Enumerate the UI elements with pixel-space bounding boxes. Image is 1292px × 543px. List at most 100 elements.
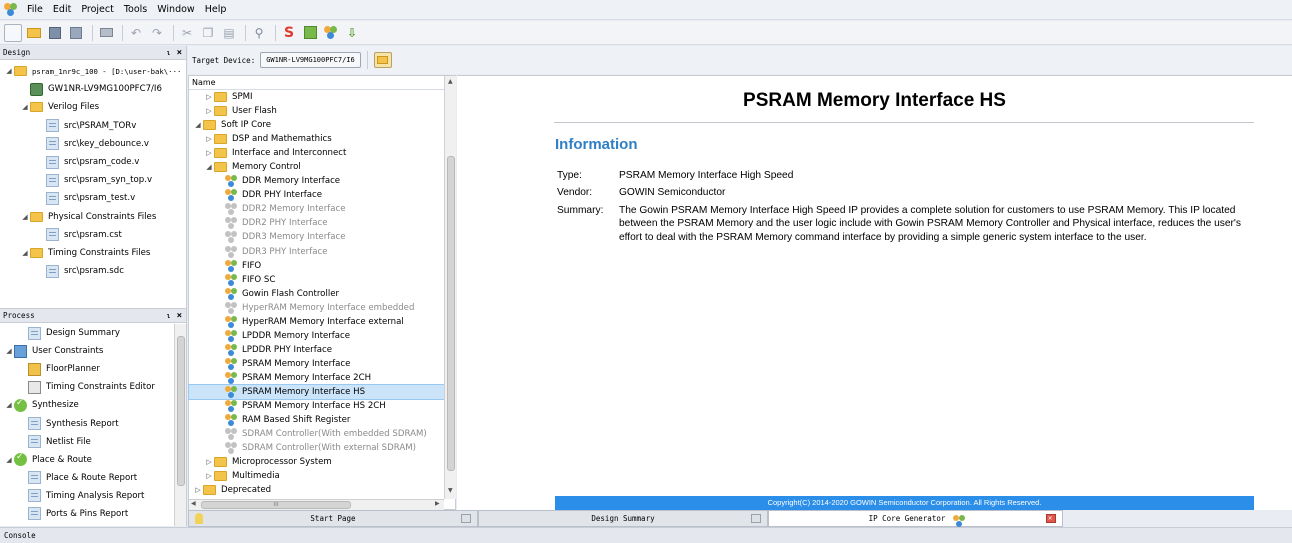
place-route-icon[interactable] <box>301 24 319 42</box>
ip-core-generator-icon[interactable] <box>322 24 340 42</box>
redo-icon[interactable]: ↷ <box>148 24 166 42</box>
ip-tree-item[interactable]: PSRAM Memory Interface HS <box>188 383 456 401</box>
ip-tree-item[interactable]: FIFO SC <box>189 273 455 287</box>
menu-help[interactable]: Help <box>200 4 232 15</box>
design-tree-item[interactable]: ◢ Physical Constraints Files <box>0 208 186 226</box>
ip-tree-item[interactable]: PSRAM Memory Interface HS 2CH <box>189 399 455 413</box>
process-tree-item[interactable]: Place & Route Report <box>0 469 186 487</box>
design-tree-item[interactable]: ◢ Timing Constraints Files <box>0 244 186 262</box>
design-tree-item[interactable]: src\psram_test.v <box>0 189 186 207</box>
process-tree-item[interactable]: Synthesis Report <box>0 414 186 432</box>
ip-tree-item[interactable]: RAM Based Shift Register <box>189 413 455 427</box>
menu-tools[interactable]: Tools <box>119 4 152 15</box>
process-tree-item[interactable]: Ports & Pins Report <box>0 505 186 523</box>
cut-icon[interactable]: ✂ <box>178 24 196 42</box>
design-tree-item[interactable]: ◢ Verilog Files <box>0 98 186 116</box>
ip-tree-item[interactable]: LPDDR Memory Interface <box>189 329 455 343</box>
collapse-arrow-icon[interactable]: ▷ <box>204 107 214 115</box>
tab-close-icon[interactable] <box>461 514 471 523</box>
process-tree-item[interactable]: ◢ Synthesize <box>0 396 186 414</box>
tab-close-icon[interactable] <box>1046 514 1056 523</box>
collapse-arrow-icon[interactable]: ▷ <box>193 486 203 494</box>
ip-tree-item[interactable]: DDR PHY Interface <box>189 188 455 202</box>
ip-tree-item[interactable]: DDR3 Memory Interface <box>189 230 455 244</box>
collapse-arrow-icon[interactable]: ▷ <box>204 458 214 466</box>
collapse-arrow-icon[interactable]: ▷ <box>204 472 214 480</box>
process-scrollbar[interactable] <box>174 324 186 526</box>
target-device-button[interactable]: GW1NR-LV9MG100PFC7/I6 <box>260 52 361 68</box>
process-tree-item[interactable]: FloorPlanner <box>0 360 186 378</box>
ip-tree-item[interactable]: HyperRAM Memory Interface embedded <box>189 301 455 315</box>
ip-tree-item[interactable]: ▷ Interface and Interconnect <box>189 146 455 160</box>
copy-icon[interactable]: ❐ <box>199 24 217 42</box>
process-tree-item[interactable]: ◢ Place & Route <box>0 451 186 469</box>
process-tree-item[interactable]: Design Summary <box>0 324 186 342</box>
expand-arrow-icon[interactable]: ◢ <box>4 456 14 464</box>
ip-tree-scrollbar[interactable]: ▲ ▼ <box>444 76 456 499</box>
ip-tree-item[interactable]: HyperRAM Memory Interface external <box>189 315 455 329</box>
process-tree-item[interactable]: Timing Constraints Editor <box>0 378 186 396</box>
expand-arrow-icon[interactable]: ◢ <box>193 121 203 129</box>
menu-edit[interactable]: Edit <box>48 4 76 15</box>
save-all-icon[interactable] <box>67 24 85 42</box>
process-tree-item[interactable]: Timing Analysis Report <box>0 487 186 505</box>
ip-tree-hscrollbar[interactable]: ◀ III ▶ <box>189 499 444 510</box>
menu-file[interactable]: File <box>22 4 48 15</box>
expand-arrow-icon[interactable]: ◢ <box>4 401 14 409</box>
find-icon[interactable]: ⚲ <box>250 24 268 42</box>
design-tree-item[interactable]: src\PSRAM_TORv <box>0 117 186 135</box>
ip-tree-item[interactable]: Gowin Flash Controller <box>189 287 455 301</box>
undo-icon[interactable]: ↶ <box>127 24 145 42</box>
open-folder-icon[interactable] <box>25 24 43 42</box>
expand-arrow-icon[interactable]: ◢ <box>20 249 30 257</box>
design-tree-item[interactable]: src\psram_code.v <box>0 153 186 171</box>
ip-tree-item[interactable]: PSRAM Memory Interface <box>189 357 455 371</box>
expand-arrow-icon[interactable]: ◢ <box>20 213 30 221</box>
design-tree-item[interactable]: GW1NR-LV9MG100PFC7/I6 <box>0 80 186 98</box>
menu-window[interactable]: Window <box>152 4 199 15</box>
design-tree-item[interactable]: src\psram.sdc <box>0 262 186 280</box>
ip-tree-item[interactable]: SDRAM Controller(With embedded SDRAM) <box>189 427 455 441</box>
process-tree-item[interactable]: Netlist File <box>0 433 186 451</box>
ip-tree-item[interactable]: ▷ Microprocessor System <box>189 455 455 469</box>
collapse-arrow-icon[interactable]: ▷ <box>204 149 214 157</box>
ip-tree-item[interactable]: DDR Memory Interface <box>189 174 455 188</box>
collapse-arrow-icon[interactable]: ▷ <box>204 135 214 143</box>
process-tree-item[interactable]: ◢ User Constraints <box>0 342 186 360</box>
expand-arrow-icon[interactable]: ◢ <box>20 103 30 111</box>
ip-tree-item[interactable]: ◢ Soft IP Core <box>189 118 455 132</box>
print-icon[interactable] <box>97 24 115 42</box>
ip-tree-scrollbar-thumb[interactable] <box>447 156 455 471</box>
tab-start-page[interactable]: Start Page <box>188 510 478 527</box>
panel-float-close-icon[interactable]: ₗ × <box>166 311 186 321</box>
expand-arrow-icon[interactable]: ◢ <box>4 67 14 75</box>
design-tree-item[interactable]: src\psram_syn_top.v <box>0 171 186 189</box>
save-icon[interactable] <box>46 24 64 42</box>
ip-tree-item[interactable]: PSRAM Memory Interface 2CH <box>189 371 455 385</box>
expand-arrow-icon[interactable]: ◢ <box>204 163 214 171</box>
ip-tree-item[interactable]: ▷ SPMI <box>189 90 455 104</box>
new-file-icon[interactable] <box>4 23 22 42</box>
program-device-icon[interactable]: ⇩ <box>343 24 361 42</box>
panel-float-close-icon[interactable]: ₗ × <box>166 48 186 58</box>
browse-folder-icon[interactable] <box>373 52 392 68</box>
design-tree-item[interactable]: src\key_debounce.v <box>0 135 186 153</box>
expand-arrow-icon[interactable]: ◢ <box>4 347 14 355</box>
ip-tree-item[interactable]: ▷ Deprecated <box>189 483 455 497</box>
menu-project[interactable]: Project <box>76 4 119 15</box>
ip-tree-item[interactable]: DDR3 PHY Interface <box>189 245 455 259</box>
ip-tree-item[interactable]: ▷ User Flash <box>189 104 455 118</box>
ip-tree-item[interactable]: DDR2 PHY Interface <box>189 216 455 230</box>
ip-tree-item[interactable]: SDRAM Controller(With external SDRAM) <box>189 441 455 455</box>
ip-tree-item[interactable]: ◢ Memory Control <box>189 160 455 174</box>
ip-tree-item[interactable]: LPDDR PHY Interface <box>189 343 455 357</box>
ip-tree-item[interactable]: FIFO <box>189 259 455 273</box>
synthesize-icon[interactable]: S <box>280 24 298 42</box>
design-tree-item[interactable]: ◢ psram_1nr9c_100 - [D:\user-bak\··· <box>0 62 186 80</box>
tab-ip-core-generator[interactable]: IP Core Generator <box>768 510 1063 527</box>
collapse-arrow-icon[interactable]: ▷ <box>204 93 214 101</box>
ip-tree-hscrollbar-thumb[interactable]: III <box>201 501 351 509</box>
process-scrollbar-thumb[interactable] <box>177 336 185 486</box>
console-panel-title[interactable]: Console <box>0 527 1292 543</box>
design-tree-item[interactable]: src\psram.cst <box>0 226 186 244</box>
